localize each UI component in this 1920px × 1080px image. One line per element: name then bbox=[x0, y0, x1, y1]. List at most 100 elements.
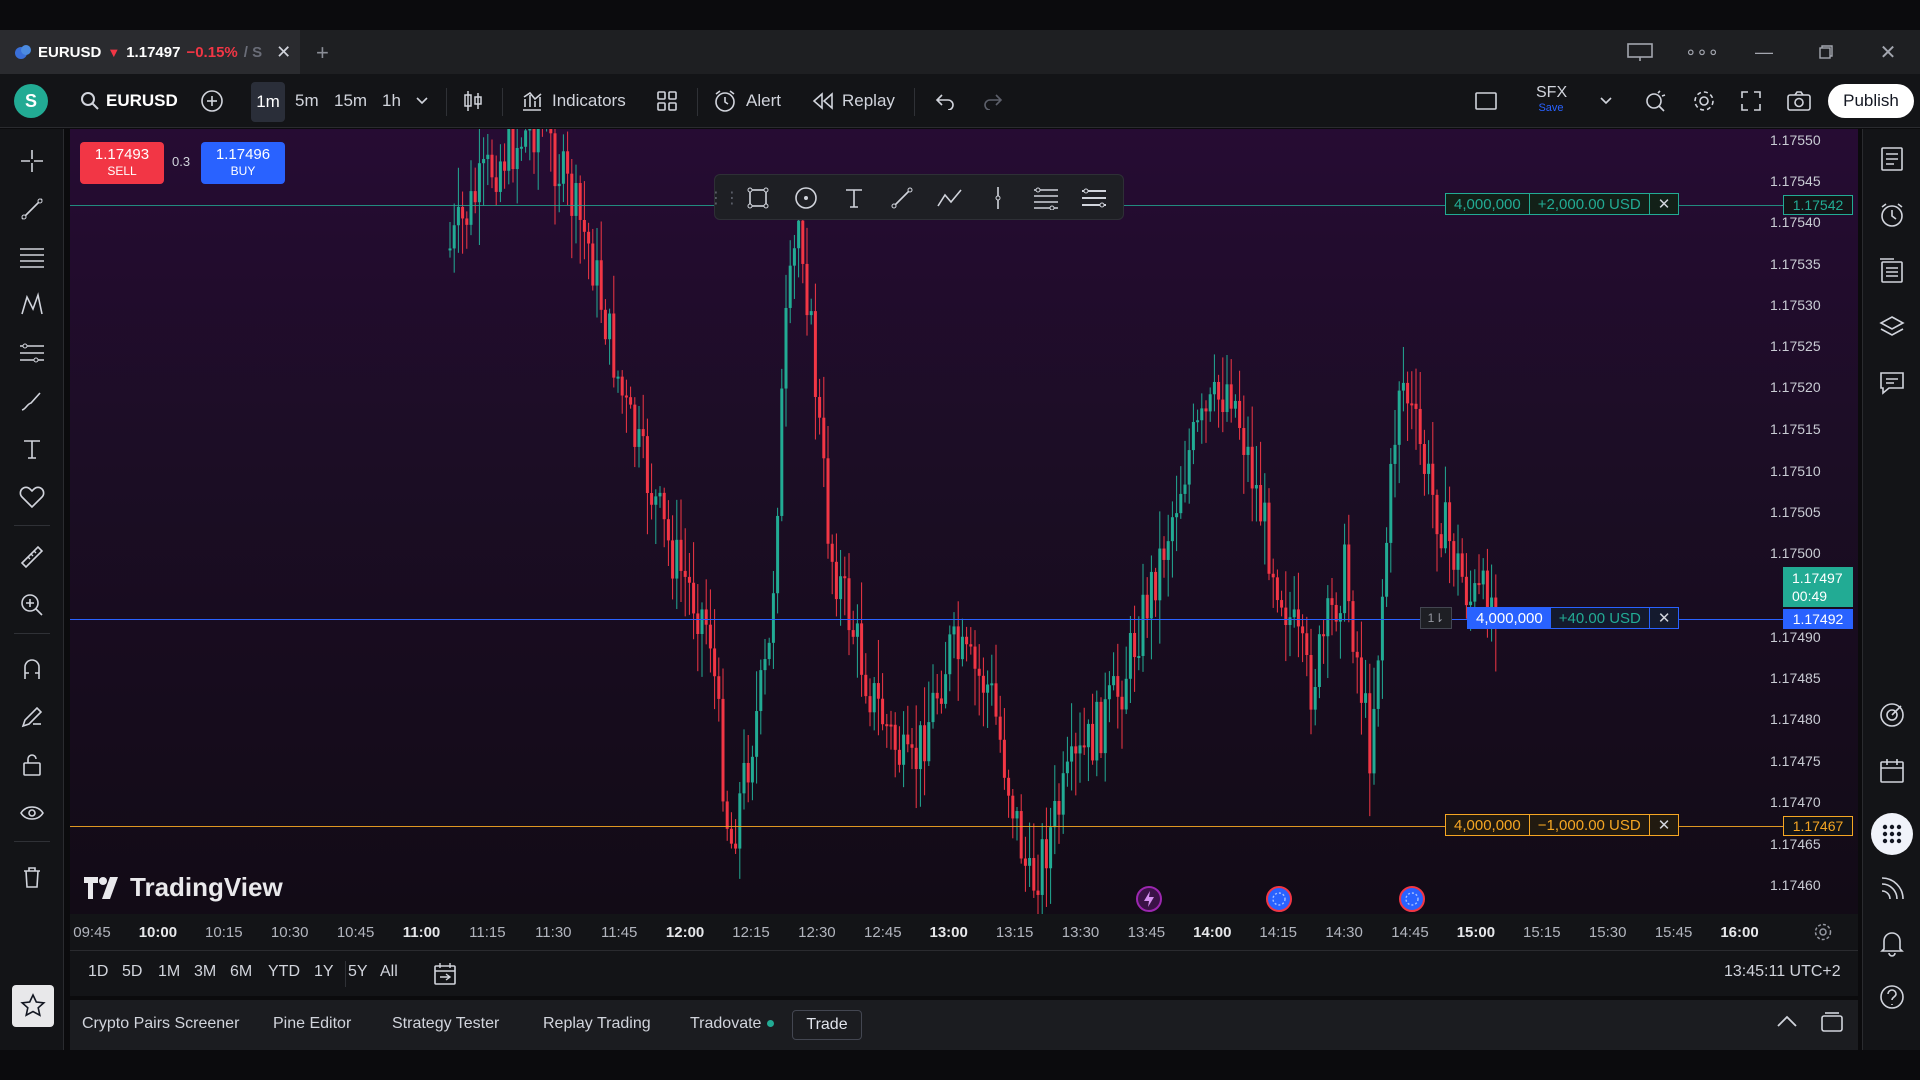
settings-gear-icon[interactable] bbox=[1692, 74, 1716, 128]
drag-handle-icon[interactable]: ⋮⋮ bbox=[708, 183, 740, 213]
text-icon[interactable] bbox=[839, 183, 869, 213]
broadcast-signal-icon[interactable] bbox=[1874, 871, 1910, 907]
tp-close-icon[interactable]: ✕ bbox=[1650, 194, 1679, 214]
layout-dropdown-chevron-icon[interactable] bbox=[1600, 74, 1612, 128]
range-button-all[interactable]: All bbox=[380, 963, 398, 981]
avatar[interactable]: S bbox=[14, 84, 48, 118]
circle-icon[interactable] bbox=[791, 183, 821, 213]
quick-search-icon[interactable] bbox=[1644, 74, 1668, 128]
compare-add-icon[interactable] bbox=[200, 74, 224, 128]
more-icon[interactable]: ∘∘∘ bbox=[1672, 30, 1732, 74]
ruler-icon[interactable] bbox=[14, 539, 50, 575]
trend-line-icon[interactable] bbox=[14, 191, 50, 227]
help-icon[interactable] bbox=[1874, 979, 1910, 1015]
restore-icon[interactable] bbox=[1796, 30, 1856, 74]
chat-icon[interactable] bbox=[1874, 365, 1910, 401]
calendar-icon[interactable] bbox=[1874, 753, 1910, 789]
products-grid-icon[interactable] bbox=[1871, 813, 1913, 855]
tab-close-icon[interactable]: ✕ bbox=[276, 42, 291, 63]
lock-icon[interactable] bbox=[14, 747, 50, 783]
projection-icon[interactable] bbox=[14, 335, 50, 371]
alerts-clock-icon[interactable] bbox=[1874, 197, 1910, 233]
monitor-icon[interactable] bbox=[1610, 30, 1670, 74]
chart-type-candles-icon[interactable] bbox=[462, 74, 484, 128]
axis-settings-gear-icon[interactable] bbox=[1813, 922, 1833, 942]
range-button-ytd[interactable]: YTD bbox=[268, 963, 300, 981]
fullscreen-icon[interactable] bbox=[1740, 74, 1762, 128]
sl-close-icon[interactable]: ✕ bbox=[1650, 815, 1679, 835]
hide-drawings-eye-icon[interactable] bbox=[14, 795, 50, 831]
minimize-icon[interactable]: — bbox=[1734, 30, 1794, 74]
trash-icon[interactable] bbox=[14, 859, 50, 895]
timeframe-5m[interactable]: 5m bbox=[295, 74, 319, 128]
bottom-tab-tradovate[interactable]: Tradovate bbox=[690, 1015, 775, 1033]
symbol-search[interactable]: EURUSD bbox=[80, 74, 178, 128]
timeframe-15m[interactable]: 15m bbox=[334, 74, 367, 128]
redo-icon[interactable] bbox=[982, 74, 1004, 128]
object-tree-icon[interactable] bbox=[1874, 253, 1910, 289]
sell-button[interactable]: 1.17493 SELL bbox=[80, 142, 164, 184]
undo-icon[interactable] bbox=[934, 74, 956, 128]
fib-retracement-icon[interactable] bbox=[14, 239, 50, 275]
timeframe-1m[interactable]: 1m bbox=[251, 82, 285, 122]
indicators-button[interactable]: Indicators bbox=[520, 74, 626, 128]
layout-name-button[interactable]: SFX Save bbox=[1536, 84, 1567, 114]
time-axis[interactable]: 09:45 10:00 10:15 10:30 10:45 11:00 11:15 11:30… bbox=[70, 914, 1858, 950]
pos-close-icon[interactable]: ✕ bbox=[1650, 608, 1679, 628]
brush-icon[interactable] bbox=[14, 383, 50, 419]
stay-in-drawing-mode-icon[interactable] bbox=[14, 699, 50, 735]
new-tab-icon[interactable]: + bbox=[316, 40, 329, 66]
chart-clock[interactable]: 13:45:11 UTC+2 bbox=[1724, 963, 1841, 981]
trade-tab[interactable]: Trade bbox=[792, 1010, 862, 1040]
range-button-1d[interactable]: 1D bbox=[88, 963, 108, 981]
layout-grid-icon[interactable] bbox=[656, 74, 678, 128]
single-layout-icon[interactable] bbox=[1474, 74, 1498, 128]
go-to-date-calendar-icon[interactable] bbox=[432, 961, 458, 987]
channel-icon[interactable] bbox=[1079, 183, 1109, 213]
line-icon[interactable] bbox=[887, 183, 917, 213]
collapse-panel-chevron-up-icon[interactable] bbox=[1776, 1014, 1798, 1028]
rectangle-icon[interactable] bbox=[743, 183, 773, 213]
buy-button[interactable]: 1.17496 BUY bbox=[201, 142, 285, 184]
browser-tab[interactable]: EURUSD ▼ 1.17497 −0.15% / S ✕ bbox=[0, 30, 300, 74]
stop-loss-order[interactable]: 4,000,000 −1,000.00 USD ✕ bbox=[1445, 814, 1680, 836]
camera-icon[interactable] bbox=[1786, 74, 1812, 128]
layers-icon[interactable] bbox=[1874, 309, 1910, 345]
notifications-bell-icon[interactable] bbox=[1874, 925, 1910, 961]
bottom-tab-replay-trading[interactable]: Replay Trading bbox=[543, 1015, 651, 1033]
text-tool-icon[interactable] bbox=[14, 431, 50, 467]
range-button-5y[interactable]: 5Y bbox=[348, 963, 368, 981]
timeframe-1h[interactable]: 1h bbox=[382, 74, 401, 128]
alert-button[interactable]: Alert bbox=[712, 74, 781, 128]
target-icon[interactable] bbox=[1874, 697, 1910, 733]
watchlist-icon[interactable] bbox=[1874, 141, 1910, 177]
bottom-tab-pine-editor[interactable]: Pine Editor bbox=[273, 1015, 351, 1033]
event-flag-icon[interactable] bbox=[1266, 886, 1292, 912]
timeframe-dropdown-chevron-icon[interactable] bbox=[416, 74, 428, 128]
maximize-panel-icon[interactable] bbox=[1820, 1012, 1844, 1034]
vertical-line-icon[interactable] bbox=[983, 183, 1013, 213]
range-button-5d[interactable]: 5D bbox=[122, 963, 142, 981]
pattern-icon[interactable] bbox=[14, 287, 50, 323]
window-close-icon[interactable]: ✕ bbox=[1858, 30, 1918, 74]
position-reverse-icon[interactable]: 1⇂ bbox=[1420, 607, 1452, 629]
replay-button[interactable]: Replay bbox=[812, 74, 895, 128]
range-button-6m[interactable]: 6M bbox=[230, 963, 252, 981]
favorites-star-icon[interactable] bbox=[12, 985, 54, 1027]
range-button-1m[interactable]: 1M bbox=[158, 963, 180, 981]
zoom-in-icon[interactable] bbox=[14, 587, 50, 623]
heart-icon[interactable] bbox=[14, 479, 50, 515]
take-profit-order[interactable]: 4,000,000 +2,000.00 USD ✕ bbox=[1445, 193, 1680, 215]
crosshair-icon[interactable] bbox=[14, 143, 50, 179]
fib-levels-icon[interactable] bbox=[1031, 183, 1061, 213]
event-lightning-icon[interactable] bbox=[1136, 886, 1162, 912]
event-flag-icon[interactable] bbox=[1399, 886, 1425, 912]
publish-button[interactable]: Publish bbox=[1828, 84, 1914, 118]
range-button-1y[interactable]: 1Y bbox=[314, 963, 334, 981]
bottom-tab-strategy-tester[interactable]: Strategy Tester bbox=[392, 1015, 499, 1033]
magnet-icon[interactable] bbox=[14, 651, 50, 687]
path-icon[interactable] bbox=[935, 183, 965, 213]
bottom-tab-crypto-pairs-screener[interactable]: Crypto Pairs Screener bbox=[82, 1015, 239, 1033]
price-chart[interactable] bbox=[70, 129, 1858, 914]
range-button-3m[interactable]: 3M bbox=[194, 963, 216, 981]
